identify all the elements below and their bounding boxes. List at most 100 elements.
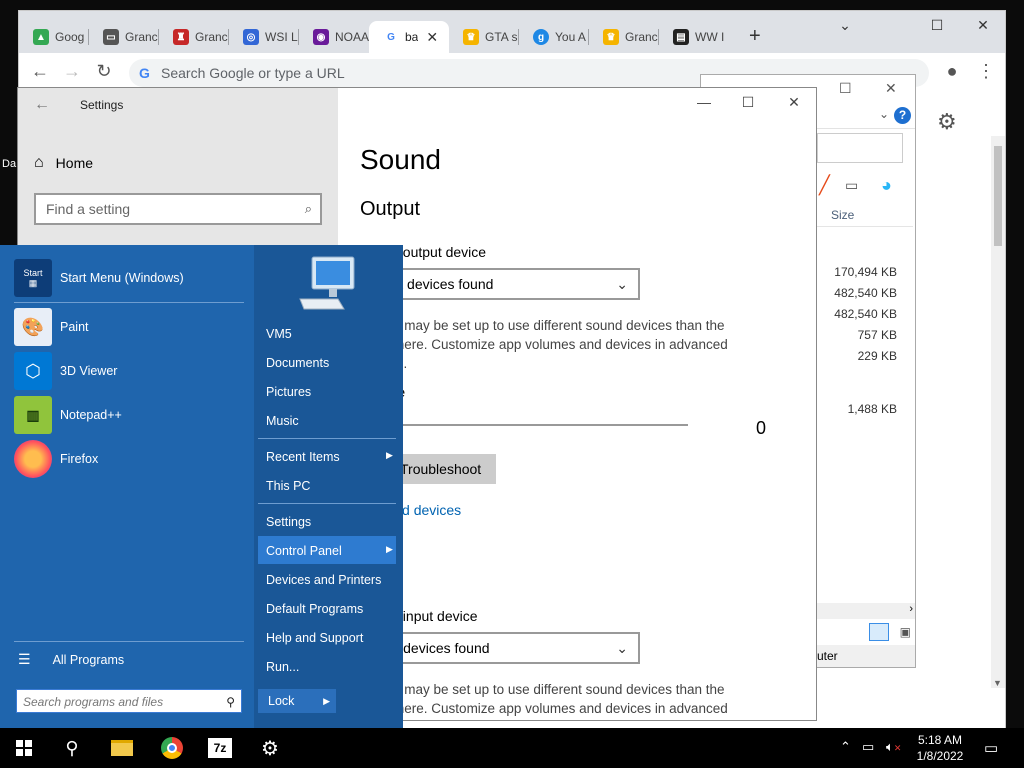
scroll-right-icon[interactable]: ›	[909, 603, 913, 615]
search-icon[interactable]: ⚲	[48, 728, 96, 768]
link-music[interactable]: Music	[266, 414, 299, 428]
explorer-toolbar-icons: ╱ ▭ ◕	[817, 175, 915, 199]
start-button[interactable]	[0, 728, 48, 768]
chevron-up-icon[interactable]: ⌃	[840, 739, 851, 755]
7zip-taskbar-button[interactable]: 7z	[196, 728, 244, 768]
reload-icon[interactable]: ↻	[93, 61, 115, 82]
tab-grand-2[interactable]: ♜ Granc	[159, 21, 229, 53]
close-icon[interactable]: ✕	[774, 94, 814, 111]
settings-gear-icon[interactable]: ⚙	[246, 728, 294, 768]
pen-icon[interactable]: ╱	[819, 175, 830, 196]
tab-ba-active[interactable]: Gba ✕	[369, 21, 449, 53]
program-3d-viewer[interactable]: ⬡ 3D Viewer	[14, 352, 117, 390]
paint-icon: 🎨	[14, 308, 52, 346]
all-programs-button[interactable]: ☰ All Programs	[18, 651, 124, 668]
speaker-muted-icon[interactable]: 🔈︎✕	[886, 739, 901, 755]
network-icon[interactable]: ▭	[862, 739, 874, 755]
chevron-down-icon[interactable]: ⌄	[879, 107, 889, 121]
lock-button[interactable]: Lock ▶	[258, 689, 336, 713]
chrome-taskbar-button[interactable]	[148, 728, 196, 768]
file-size: 1,488 KB	[847, 402, 897, 416]
start-menu: Start ▦ Start Menu (Windows) 🎨 Paint ⬡ 3D Vi…	[0, 245, 403, 728]
program-start-menu-windows[interactable]: Start ▦ Start Menu (Windows)	[14, 259, 184, 297]
close-icon[interactable]: ✕	[885, 80, 897, 97]
tab-noaa[interactable]: ◉ NOAA	[299, 21, 369, 53]
link-settings[interactable]: Settings	[266, 515, 311, 529]
tab-wsi[interactable]: ◎ WSI L	[229, 21, 299, 53]
link-recent-items[interactable]: Recent Items ▶	[266, 450, 393, 464]
computer-icon	[299, 256, 355, 310]
maximize-icon[interactable]: ☐	[839, 80, 852, 97]
start-menu-programs: Start ▦ Start Menu (Windows) 🎨 Paint ⬡ 3D Vi…	[0, 245, 254, 728]
scrollbar-thumb[interactable]	[994, 146, 1002, 246]
ww-site-icon: ▤	[673, 29, 689, 45]
link-devices-and-printers[interactable]: Devices and Printers	[266, 573, 381, 587]
google-drive-icon: ▲	[33, 29, 49, 45]
tab-grand-1[interactable]: ▭ Granc	[89, 21, 159, 53]
chevron-right-icon: ▶	[386, 450, 393, 460]
minimize-icon[interactable]: —	[684, 94, 724, 110]
link-this-pc[interactable]: This PC	[266, 479, 310, 493]
link-vm5[interactable]: VM5	[266, 327, 292, 341]
program-firefox[interactable]: Firefox	[14, 440, 98, 478]
maximize-icon[interactable]: ☐	[728, 94, 768, 111]
program-notepad-plus-plus[interactable]: ▥ Notepad++	[14, 396, 122, 434]
home-nav-item[interactable]: ⌂ Home	[34, 154, 93, 172]
help-icon[interactable]: ?	[894, 107, 911, 124]
g-circle-icon: g	[533, 29, 549, 45]
details-view-icon[interactable]	[869, 623, 889, 641]
firefox-icon	[14, 440, 52, 478]
explorer-search-box[interactable]	[817, 133, 903, 163]
restore-icon[interactable]: ☐	[917, 17, 957, 34]
horizontal-scrollbar[interactable]: ›	[817, 603, 915, 619]
page-scrollbar[interactable]: ▼	[991, 136, 1005, 688]
link-run[interactable]: Run...	[266, 660, 299, 674]
google-icon: G	[383, 29, 399, 45]
shell-icon[interactable]: ◕	[881, 175, 892, 196]
7zip-icon: 7z	[208, 738, 232, 758]
chevron-right-icon: ▶	[386, 544, 393, 554]
link-help-and-support[interactable]: Help and Support	[266, 631, 363, 645]
scroll-down-icon[interactable]: ▼	[993, 678, 1002, 688]
system-clock[interactable]: 5:18 AM 1/8/2022	[912, 732, 968, 764]
explorer-status-bar: ▣	[817, 619, 915, 645]
find-setting-input[interactable]: Find a setting ⌕	[34, 193, 322, 225]
explorer-nav-item[interactable]: uter	[817, 645, 915, 667]
tab-google[interactable]: ▲ Goog	[19, 21, 89, 53]
menu-icon[interactable]: ⋮	[975, 61, 997, 82]
tab-grand-3[interactable]: ♛ Granc	[589, 21, 659, 53]
new-tab-button[interactable]: +	[749, 25, 761, 47]
search-icon: ⚲	[226, 695, 235, 709]
home-icon: ⌂	[34, 154, 44, 171]
link-control-panel[interactable]: Control Panel ▶	[266, 544, 393, 558]
back-arrow-icon[interactable]: ←	[34, 96, 50, 114]
file-size: 482,540 KB	[834, 286, 897, 300]
file-explorer-taskbar-button[interactable]	[98, 728, 146, 768]
close-icon[interactable]: ✕	[963, 17, 1003, 34]
size-column-header[interactable]: Size	[817, 203, 913, 227]
large-icons-view-icon[interactable]: ▣	[900, 625, 911, 639]
card-icon[interactable]: ▭	[845, 177, 858, 194]
forward-icon[interactable]: →	[61, 61, 83, 82]
program-paint[interactable]: 🎨 Paint	[14, 308, 89, 346]
gear-icon[interactable]: ⚙	[937, 109, 957, 135]
desktop-icon-label[interactable]: Da	[2, 158, 16, 170]
link-default-programs[interactable]: Default Programs	[266, 602, 363, 616]
chevron-right-icon[interactable]: ▶	[323, 689, 330, 713]
tab-ww[interactable]: ▤ WW I	[659, 21, 729, 53]
back-icon[interactable]: ←	[29, 61, 51, 82]
page-title: Sound	[360, 144, 441, 175]
divider	[258, 438, 396, 439]
link-documents[interactable]: Documents	[266, 356, 329, 370]
search-programs-input[interactable]: Search programs and files ⚲	[16, 689, 242, 713]
notifications-icon[interactable]: ▭	[984, 739, 998, 757]
volume-slider[interactable]	[360, 424, 688, 426]
close-tab-icon[interactable]: ✕	[426, 29, 438, 46]
tab-gta[interactable]: ♛ GTA s	[449, 21, 519, 53]
volume-value: 0	[756, 418, 767, 438]
chevron-down-icon[interactable]: ⌄	[825, 17, 865, 34]
profile-icon[interactable]: ●	[941, 61, 963, 82]
tab-you[interactable]: g You A	[519, 21, 589, 53]
link-pictures[interactable]: Pictures	[266, 385, 311, 399]
search-icon: ⌕	[304, 201, 312, 216]
